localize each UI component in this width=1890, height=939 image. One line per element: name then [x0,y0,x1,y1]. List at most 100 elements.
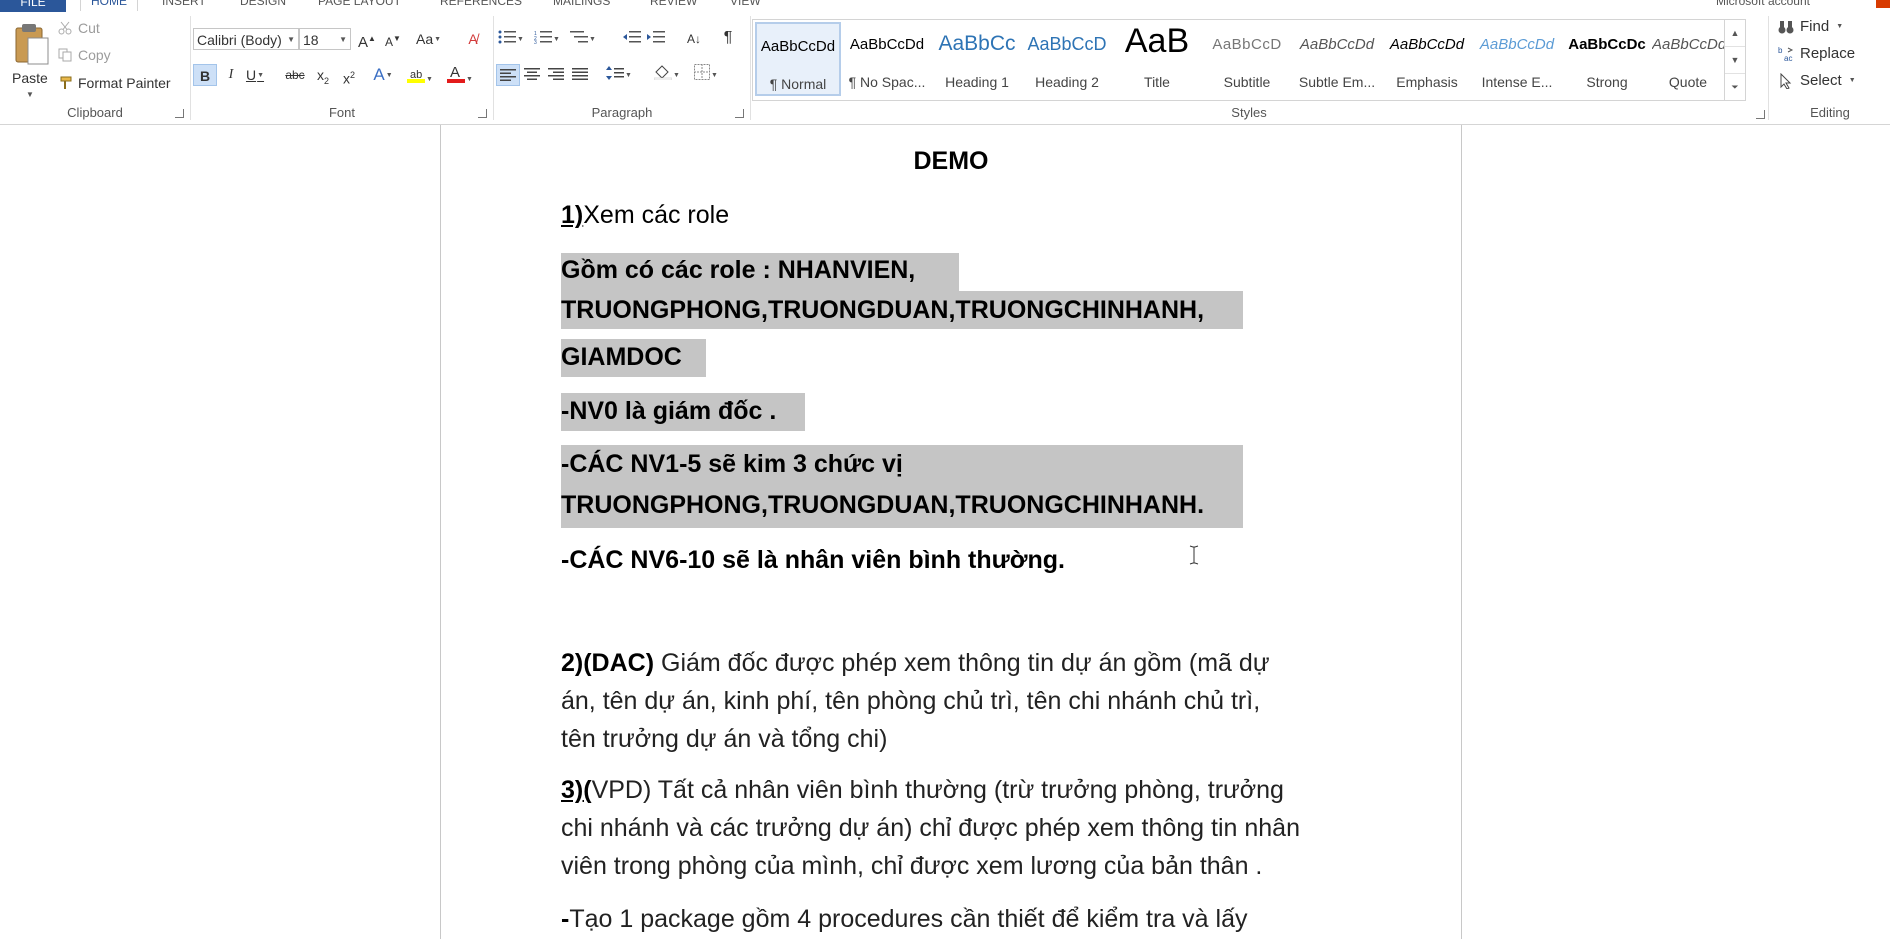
tab-file[interactable]: FILE [0,0,66,12]
subscript-button[interactable]: x2 [313,64,333,86]
font-family-select[interactable]: Calibri (Body) ▼ [193,28,299,50]
justify-button[interactable] [570,64,590,86]
clear-formatting-button[interactable]: A̸ [463,28,483,50]
copy-label: Copy [78,47,111,63]
style-heading-2[interactable]: AaBbCcD Heading 2 [1024,22,1110,96]
document-title: DEMO [913,147,989,175]
gallery-scroll-up-icon[interactable]: ▲ [1725,20,1745,47]
body-line: viên trong phòng của mình, chỉ được xem … [561,852,1263,880]
text-cursor-icon [1189,545,1199,565]
align-right-button[interactable] [546,64,566,86]
numbering-button[interactable]: 1 2 3 ▼ [534,28,560,50]
clipboard-dialog-launcher-icon[interactable] [175,109,184,118]
bold-icon: B [199,68,211,84]
style-name: Subtle Em... [1298,74,1376,90]
cut-button[interactable]: Cut [58,20,100,36]
scissors-icon [58,21,72,35]
select-button[interactable]: Select ▼ [1778,72,1856,89]
highlight-color-button[interactable]: ab ▼ [407,64,433,86]
style-quote[interactable]: AaBbCcDd Quote [1652,22,1724,96]
style-preview: AaBbCcDd [760,38,836,55]
paste-button[interactable]: Paste ▼ [4,18,54,99]
tab-design[interactable]: DESIGN [240,0,286,11]
clipboard-group-label: Clipboard [67,105,123,120]
body-line: chi nhánh và các trưởng dự án) chỉ được … [561,814,1300,842]
show-formatting-button[interactable]: ¶ [718,27,738,49]
section-2-line: 2)(DAC) Giám đốc được phép xem thông tin… [561,649,1270,678]
shrink-font-icon: A [385,35,394,49]
paint-bucket-icon [653,65,673,81]
strikethrough-button[interactable]: abc [285,64,305,86]
font-group-label: Font [328,105,355,120]
subscript-icon: x [316,67,324,83]
section-1-heading: 1)Xem các role [561,201,729,230]
body-line: tên trưởng dự án và tổng chi) [561,725,888,753]
document-page[interactable]: DEMO 1)Xem các role Gồm có các role : NH… [440,125,1462,939]
find-button[interactable]: Find ▼ [1778,18,1843,35]
tab-view[interactable]: VIEW [730,0,761,11]
bullets-icon [498,30,516,44]
tab-review[interactable]: REVIEW [650,0,697,11]
align-left-button[interactable] [496,64,520,86]
style-no-spacing[interactable]: AaBbCcDd ¶ No Spac... [844,22,930,96]
selected-line: GIAMDOC [561,343,682,371]
editing-group-label: Editing [1810,105,1850,120]
tab-references[interactable]: REFERENCES [440,0,522,11]
find-label: Find [1800,18,1830,35]
tab-insert[interactable]: INSERT [162,0,206,11]
shrink-font-button[interactable]: A▼ [383,28,403,50]
style-preview: AaBbCcDc [1568,36,1646,53]
format-painter-button[interactable]: Format Painter [58,75,171,91]
font-dialog-launcher-icon[interactable] [478,109,487,118]
line-spacing-button[interactable]: ▼ [606,64,632,86]
paste-dropdown-icon[interactable]: ▼ [26,90,34,99]
paragraph-dialog-launcher-icon[interactable] [735,109,744,118]
style-strong[interactable]: AaBbCcDc Strong [1564,22,1650,96]
microsoft-account-link[interactable]: Microsoft account [1716,0,1810,11]
document-canvas: DEMO 1)Xem các role Gồm có các role : NH… [0,125,1890,939]
font-size-value: 18 [303,32,319,48]
align-center-button[interactable] [522,64,542,86]
svg-text:b: b [1778,46,1783,55]
style-normal[interactable]: AaBbCcDd ¶ Normal [755,22,841,96]
text-effects-button[interactable]: A▼ [373,64,393,86]
borders-button[interactable]: ▼ [694,64,718,86]
tab-home[interactable]: HOME [80,0,138,11]
bullets-button[interactable]: ▼ [498,28,524,50]
replace-button[interactable]: b ac Replace [1778,45,1855,62]
style-name: Intense E... [1481,74,1553,90]
decrease-indent-button[interactable] [622,28,642,50]
font-size-select[interactable]: 18 ▼ [299,28,351,50]
superscript-button[interactable]: x2 [339,64,359,87]
style-heading-1[interactable]: AaBbCc Heading 1 [934,22,1020,96]
paintbrush-icon [60,76,72,89]
style-preview: AaBbCcDd [1652,36,1724,53]
multilevel-list-button[interactable]: ▼ [570,28,596,50]
style-title[interactable]: AaB Title [1114,22,1200,96]
italic-icon: I [228,67,234,82]
font-color-button[interactable]: A ▼ [447,64,473,86]
tab-mailings[interactable]: MAILINGS [553,0,610,11]
sort-button[interactable]: A↓ [684,28,704,50]
align-right-icon [548,68,564,80]
paragraph-group: ▼ 1 2 3 ▼ ▼ A↓ ¶ ▼ ▼ ▼ Paragraph [494,12,750,124]
bold-button[interactable]: B [193,64,217,86]
style-subtitle[interactable]: AaBbCcD Subtitle [1204,22,1290,96]
grow-font-button[interactable]: A▲ [357,28,377,51]
underline-button[interactable]: U▼ [245,64,265,86]
style-preview: AaBbCcDd [1299,36,1375,53]
gallery-more-icon[interactable]: ⏷ [1725,74,1745,100]
increase-indent-button[interactable] [646,28,666,50]
styles-dialog-launcher-icon[interactable] [1756,110,1765,119]
gallery-scroll-down-icon[interactable]: ▼ [1725,47,1745,74]
copy-button[interactable]: Copy [58,47,111,63]
pilcrow-icon: ¶ [723,29,733,46]
italic-button[interactable]: I [221,64,241,86]
change-case-button[interactable]: Aa▼ [416,28,441,50]
shading-button[interactable]: ▼ [653,64,680,86]
style-intense-emphasis[interactable]: AaBbCcDd Intense E... [1474,22,1560,96]
style-name: Subtitle [1223,74,1271,90]
style-emphasis[interactable]: AaBbCcDd Emphasis [1384,22,1470,96]
style-subtle-emphasis[interactable]: AaBbCcDd Subtle Em... [1294,22,1380,96]
tab-page-layout[interactable]: PAGE LAYOUT [318,0,401,11]
